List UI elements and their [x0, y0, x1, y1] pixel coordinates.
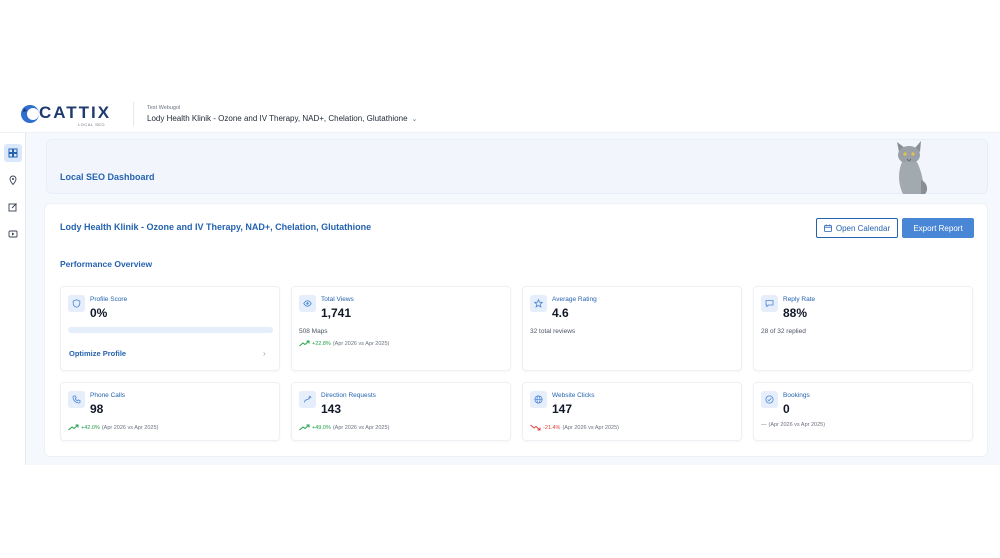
website-clicks-value: 147 — [552, 402, 573, 416]
average-rating-value: 4.6 — [552, 306, 569, 320]
bookings-card: Bookings 0 — (Apr 2026 vs Apr 2025) — [753, 382, 973, 441]
direction-requests-period: (Apr 2026 vs Apr 2025) — [332, 424, 390, 431]
location-pin-icon — [9, 175, 17, 185]
website-clicks-card: Website Clicks 147 -21.4% (Apr 2026 vs A… — [522, 382, 742, 441]
bookings-trend: — (Apr 2026 vs Apr 2025) — [761, 422, 825, 428]
app-window: CATTIX LOCAL SEO Test Webugol Lody Healt… — [0, 97, 1000, 465]
header-divider — [133, 102, 134, 126]
dashboard-icon — [8, 148, 18, 158]
bookings-label: Bookings — [783, 392, 810, 399]
phone-calls-change: +42.0% — [81, 424, 100, 431]
direction-requests-label: Direction Requests — [321, 392, 376, 399]
globe-icon-box — [530, 391, 547, 408]
edit-post-icon — [8, 203, 17, 212]
phone-calls-period: (Apr 2026 vs Apr 2025) — [101, 424, 159, 431]
sidebar-item-media[interactable] — [4, 225, 22, 243]
open-calendar-button[interactable]: Open Calendar — [816, 218, 898, 238]
performance-overview-heading: Performance Overview — [60, 259, 153, 269]
business-panel: Lody Health Klinik - Ozone and IV Therap… — [44, 203, 988, 457]
phone-calls-card: Phone Calls 98 +42.0% (Apr 2026 vs Apr 2… — [60, 382, 280, 441]
shield-icon — [72, 299, 81, 308]
message-icon — [765, 300, 774, 308]
message-icon-box — [761, 295, 778, 312]
trend-up-icon — [299, 424, 310, 431]
profile-score-progress-bar — [68, 327, 273, 333]
calendar-check-icon-box — [761, 391, 778, 408]
reply-rate-value: 88% — [783, 306, 808, 320]
bookings-period: (Apr 2026 vs Apr 2025) — [768, 422, 826, 428]
website-clicks-trend: -21.4% (Apr 2026 vs Apr 2025) — [530, 424, 619, 431]
globe-icon — [534, 395, 543, 404]
calendar-icon — [823, 224, 832, 232]
direction-requests-value: 143 — [321, 402, 342, 416]
calendar-check-icon — [765, 395, 774, 404]
shield-icon-box — [68, 295, 85, 312]
phone-calls-trend: +42.0% (Apr 2026 vs Apr 2025) — [68, 424, 158, 431]
profile-score-label: Profile Score — [90, 296, 128, 303]
dashboard-banner: Local SEO Dashboard — [46, 139, 988, 194]
sidebar — [0, 133, 26, 465]
phone-icon-box — [68, 391, 85, 408]
cattix-logo-icon — [21, 105, 39, 123]
phone-calls-value: 98 — [90, 402, 104, 416]
bookings-value: 0 — [783, 402, 790, 416]
cattix-logo[interactable]: CATTIX LOCAL SEO — [20, 103, 130, 129]
optimize-profile-link[interactable]: Optimize Profile — [69, 349, 126, 358]
open-calendar-label: Open Calendar — [835, 223, 891, 233]
average-rating-card: Average Rating 4.6 32 total reviews — [522, 286, 742, 371]
star-icon — [534, 299, 543, 308]
direction-requests-change: +49.0% — [312, 424, 331, 431]
total-views-change: +22.8% — [312, 340, 331, 347]
website-clicks-label: Website Clicks — [552, 392, 595, 399]
reply-rate-label: Reply Rate — [783, 296, 816, 303]
business-selector[interactable]: Test Webugol Lody Health Klinik - Ozone … — [147, 105, 417, 123]
website-clicks-period: (Apr 2026 vs Apr 2025) — [562, 424, 619, 431]
total-views-label: Total Views — [321, 296, 354, 303]
total-views-card: Total Views 1,741 508 Maps +22.8% (Apr 2… — [291, 286, 511, 371]
profile-score-card: Profile Score 0% Optimize Profile › — [60, 286, 280, 371]
business-title: Lody Health Klinik - Ozone and IV Therap… — [60, 222, 372, 232]
sidebar-item-posts[interactable] — [4, 198, 22, 216]
total-views-value: 1,741 — [321, 306, 352, 320]
eye-icon — [303, 300, 312, 307]
top-bar: CATTIX LOCAL SEO Test Webugol Lody Healt… — [0, 97, 1000, 133]
brand-name: CATTIX — [39, 103, 112, 122]
phone-icon — [72, 395, 81, 404]
cat-mascot-image — [897, 141, 928, 194]
chevron-right-icon[interactable]: › — [263, 349, 266, 358]
account-label: Test Webugol — [147, 105, 181, 111]
replied-count: 28 of 32 replied — [761, 328, 806, 335]
direction-requests-trend: +49.0% (Apr 2026 vs Apr 2025) — [299, 424, 389, 431]
eye-icon-box — [299, 295, 316, 312]
total-views-period: (Apr 2026 vs Apr 2025) — [332, 340, 390, 347]
trend-down-icon — [530, 424, 541, 431]
directions-icon-box — [299, 391, 316, 408]
directions-icon — [304, 395, 312, 403]
main-content: Local SEO Dashboard Lody Health Klinik -… — [26, 133, 1000, 465]
media-icon — [8, 230, 18, 238]
profile-score-value: 0% — [90, 306, 108, 320]
average-rating-label: Average Rating — [552, 296, 597, 303]
direction-requests-card: Direction Requests 143 +49.0% (Apr 2026 … — [291, 382, 511, 441]
brand-tagline: LOCAL SEO — [78, 122, 106, 127]
total-reviews: 32 total reviews — [530, 328, 576, 335]
total-views-maps: 508 Maps — [299, 328, 328, 335]
phone-calls-label: Phone Calls — [90, 392, 126, 399]
sidebar-item-dashboard[interactable] — [4, 144, 22, 162]
trend-up-icon — [299, 340, 310, 347]
total-views-trend: +22.8% (Apr 2026 vs Apr 2025) — [299, 340, 389, 347]
trend-up-icon — [68, 424, 79, 431]
reply-rate-card: Reply Rate 88% 28 of 32 replied — [753, 286, 973, 371]
star-icon-box — [530, 295, 547, 312]
website-clicks-change: -21.4% — [543, 424, 561, 431]
bookings-change: — — [761, 422, 767, 428]
sidebar-item-locations[interactable] — [4, 171, 22, 189]
page-title: Local SEO Dashboard — [60, 172, 155, 182]
chevron-down-icon: ⌄ — [411, 115, 418, 123]
selected-business-name: Lody Health Klinik - Ozone and IV Therap… — [147, 114, 408, 123]
export-report-button[interactable]: Export Report — [902, 218, 974, 238]
